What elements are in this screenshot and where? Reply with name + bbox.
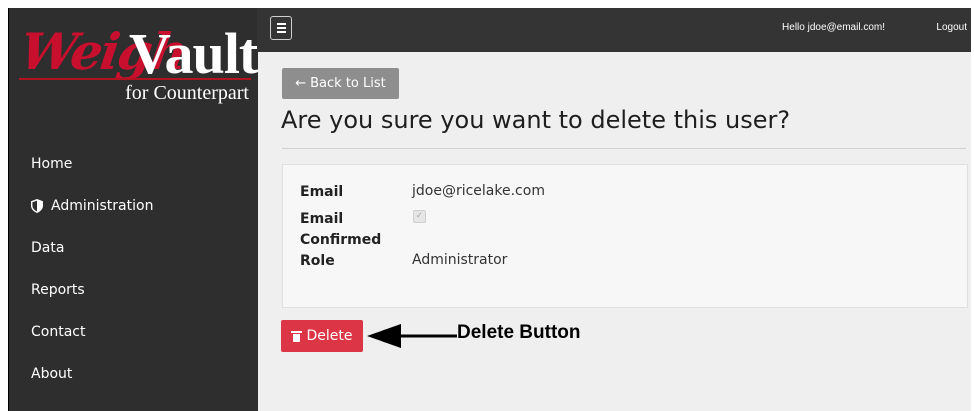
sidebar-item-label: Contact xyxy=(31,324,86,340)
callout-label: Delete Button xyxy=(457,322,581,343)
top-navbar: Hello jdoe@email.com! Logout xyxy=(257,8,971,52)
email-confirmed-label-line1: Email xyxy=(300,211,344,227)
logo-swoosh xyxy=(19,78,251,80)
email-value: jdoe@ricelake.com xyxy=(412,183,545,199)
sidebar-item-home[interactable]: Home xyxy=(31,156,72,172)
hamburger-icon xyxy=(276,23,286,25)
user-details-card: Email jdoe@ricelake.com Email Confirmed … xyxy=(282,164,968,308)
back-to-list-button[interactable]: ← Back to List xyxy=(282,68,399,99)
app-frame: Weigh Vault for Counterpart Home Adminis… xyxy=(8,8,971,411)
menu-toggle-button[interactable] xyxy=(270,16,292,40)
hamburger-icon xyxy=(276,27,286,29)
sidebar-item-contact[interactable]: Contact xyxy=(31,324,85,340)
delete-button-label: Delete xyxy=(306,328,353,344)
delete-button[interactable]: Delete xyxy=(281,320,363,352)
back-button-label: Back to List xyxy=(310,76,386,91)
page-title: Are you sure you want to delete this use… xyxy=(281,106,791,134)
sidebar-item-data[interactable]: Data xyxy=(31,240,64,256)
sidebar-item-label: Home xyxy=(31,156,73,172)
logo-tagline: for Counterpart xyxy=(125,82,249,104)
user-greeting[interactable]: Hello jdoe@email.com! xyxy=(782,22,885,33)
trash-icon xyxy=(290,331,302,342)
role-label: Role xyxy=(300,253,335,269)
sidebar-item-label: Administration xyxy=(51,198,154,214)
sidebar-item-label: Reports xyxy=(31,282,85,298)
logout-link[interactable]: Logout xyxy=(936,22,967,33)
email-label: Email xyxy=(300,184,344,200)
sidebar-item-administration[interactable]: Administration xyxy=(31,198,153,214)
sidebar: Weigh Vault for Counterpart Home Adminis… xyxy=(8,8,258,411)
divider xyxy=(282,148,966,149)
arrow-left-icon: ← xyxy=(295,76,307,91)
weighvault-logo: Weigh Vault for Counterpart xyxy=(17,21,258,118)
logo-vault-text: Vault xyxy=(129,21,258,86)
sidebar-item-about[interactable]: About xyxy=(31,366,72,382)
email-confirmed-checkbox: ✓ xyxy=(413,210,426,223)
sidebar-item-reports[interactable]: Reports xyxy=(31,282,85,298)
email-confirmed-label-line2: Confirmed xyxy=(300,232,382,248)
hamburger-icon xyxy=(276,31,286,33)
role-value: Administrator xyxy=(412,252,508,268)
shield-icon xyxy=(31,199,43,213)
sidebar-item-label: About xyxy=(31,366,73,382)
sidebar-item-label: Data xyxy=(31,240,65,256)
